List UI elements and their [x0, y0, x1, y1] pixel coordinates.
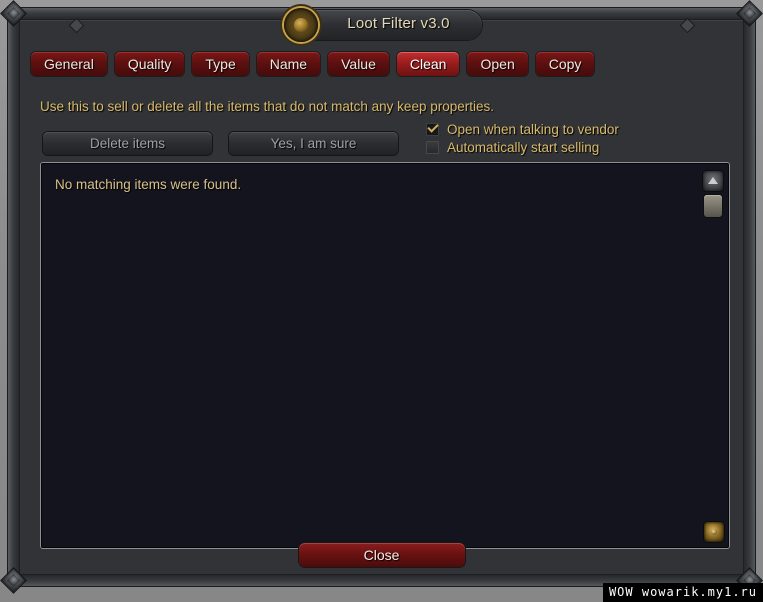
tab-value[interactable]: Value: [328, 52, 389, 76]
option-label: Open when talking to vendor: [447, 122, 619, 137]
resize-grip-icon[interactable]: [704, 522, 724, 542]
description-text: Use this to sell or delete all the items…: [40, 99, 494, 114]
tab-bar: General Quality Type Name Value Clean Op…: [31, 52, 732, 76]
title-bar[interactable]: Loot Filter v3.0: [69, 4, 694, 44]
panel-empty-message: No matching items were found.: [55, 177, 242, 192]
tab-type[interactable]: Type: [192, 52, 249, 76]
tab-general[interactable]: General: [31, 52, 107, 76]
site-watermark: WOW wowarik.my1.ru: [602, 583, 763, 602]
gold-ring-emblem-icon: [283, 8, 318, 42]
option-label: Automatically start selling: [447, 140, 600, 155]
window-frame-right: [744, 8, 755, 586]
results-panel: No matching items were found.: [41, 163, 729, 548]
scroll-up-arrow-icon[interactable]: [703, 171, 723, 191]
tab-name[interactable]: Name: [256, 52, 321, 76]
window-frame-left: [8, 8, 19, 586]
tab-quality[interactable]: Quality: [114, 52, 185, 76]
close-button[interactable]: Close: [298, 543, 465, 567]
scrollbar-thumb[interactable]: [704, 195, 722, 217]
confirm-delete-button[interactable]: Yes, I am sure: [229, 132, 398, 155]
window-title: Loot Filter v3.0: [347, 15, 450, 32]
checkbox-checked-icon[interactable]: [426, 123, 439, 136]
tab-clean[interactable]: Clean: [396, 52, 460, 76]
desktop-background: Loot Filter v3.0 General Quality Type Na…: [0, 0, 763, 602]
option-automatically-start-selling[interactable]: Automatically start selling: [426, 140, 599, 155]
loot-filter-window: Loot Filter v3.0 General Quality Type Na…: [1, 1, 762, 593]
tab-open[interactable]: Open: [467, 52, 528, 76]
option-open-when-talking-to-vendor[interactable]: Open when talking to vendor: [426, 122, 619, 137]
panel-scrollbar[interactable]: [703, 171, 723, 518]
checkbox-unchecked-icon[interactable]: [426, 141, 439, 154]
delete-items-button[interactable]: Delete items: [43, 132, 212, 155]
tab-copy[interactable]: Copy: [535, 52, 595, 76]
